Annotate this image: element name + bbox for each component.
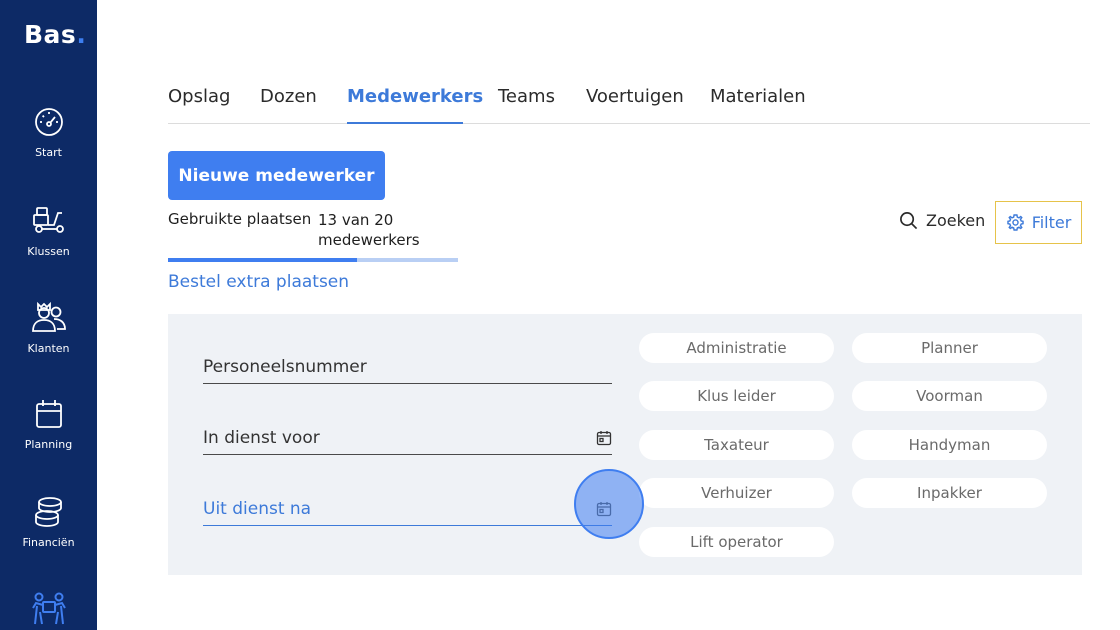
- tab-opslag[interactable]: Opslag: [168, 86, 230, 124]
- logo-text: Bas: [24, 20, 77, 49]
- role-chip-klus-leider[interactable]: Klus leider: [639, 381, 834, 411]
- tab-voertuigen[interactable]: Voertuigen: [586, 86, 684, 124]
- seats-progress-bar: [168, 258, 458, 262]
- role-chip-verhuizer[interactable]: Verhuizer: [639, 478, 834, 508]
- search-button[interactable]: Zoeken: [899, 211, 985, 230]
- sidebar-item-label: Start: [35, 146, 62, 159]
- tab-teams[interactable]: Teams: [498, 86, 555, 124]
- role-chip-lift-operator[interactable]: Lift operator: [639, 527, 834, 557]
- filter-label: Filter: [1031, 213, 1072, 232]
- gear-icon: [1006, 214, 1024, 231]
- order-extra-seats-link[interactable]: Bestel extra plaatsen: [168, 272, 349, 292]
- search-label: Zoeken: [926, 211, 986, 230]
- tab-bar: Opslag Dozen Medewerkers Teams Voertuige…: [168, 86, 1090, 124]
- logo[interactable]: Bas.: [24, 20, 86, 49]
- speedometer-icon: [34, 108, 63, 136]
- coins-icon: [34, 497, 62, 527]
- sidebar-item-medewerkers[interactable]: [0, 592, 97, 626]
- customers-icon: [31, 301, 66, 332]
- used-seats-value: 13 van 20 medewerkers: [318, 211, 420, 249]
- role-chip-handyman[interactable]: Handyman: [852, 430, 1047, 460]
- sidebar: Bas. Start Klussen Klanten Planning Fina…: [0, 0, 97, 630]
- role-chip-voorman[interactable]: Voorman: [852, 381, 1047, 411]
- employee-number-label: Personeelsnummer: [203, 357, 367, 377]
- new-employee-button[interactable]: Nieuwe medewerker: [168, 151, 385, 200]
- tab-dozen[interactable]: Dozen: [260, 86, 317, 124]
- employed-after-label: Uit dienst na: [203, 499, 312, 519]
- logo-dot: .: [76, 20, 87, 49]
- staff-icon: [31, 592, 66, 625]
- role-chip-administratie[interactable]: Administratie: [639, 333, 834, 363]
- role-chip-taxateur[interactable]: Taxateur: [639, 430, 834, 460]
- employed-before-label: In dienst voor: [203, 428, 320, 448]
- employed-after-field[interactable]: Uit dienst na: [203, 486, 612, 526]
- calendar-icon: [35, 400, 62, 428]
- calendar-icon[interactable]: [596, 501, 612, 517]
- sidebar-item-klussen[interactable]: Klussen: [0, 203, 97, 258]
- sidebar-item-label: Klanten: [27, 342, 70, 355]
- calendar-icon[interactable]: [596, 430, 612, 446]
- sidebar-item-label: Financiën: [22, 536, 75, 549]
- used-seats-label: Gebruikte plaatsen: [168, 210, 312, 228]
- sidebar-item-label: Klussen: [27, 245, 70, 258]
- role-chip-planner[interactable]: Planner: [852, 333, 1047, 363]
- role-chip-inpakker[interactable]: Inpakker: [852, 478, 1047, 508]
- filter-panel: Personeelsnummer In dienst voor Uit dien…: [168, 314, 1082, 575]
- sidebar-item-klanten[interactable]: Klanten: [0, 300, 97, 355]
- sidebar-item-label: Planning: [24, 438, 73, 451]
- search-icon: [900, 212, 918, 230]
- sidebar-item-financien[interactable]: Financiën: [0, 496, 97, 549]
- sidebar-item-start[interactable]: Start: [0, 106, 97, 159]
- tab-materialen[interactable]: Materialen: [710, 86, 806, 124]
- employee-number-field[interactable]: Personeelsnummer: [203, 344, 612, 384]
- tab-medewerkers[interactable]: Medewerkers: [347, 86, 483, 124]
- moving-truck-icon: [32, 207, 64, 233]
- filter-button[interactable]: Filter: [995, 201, 1082, 244]
- employed-before-field[interactable]: In dienst voor: [203, 415, 612, 455]
- seats-progress-fill: [168, 258, 357, 262]
- sidebar-item-planning[interactable]: Planning: [0, 398, 97, 451]
